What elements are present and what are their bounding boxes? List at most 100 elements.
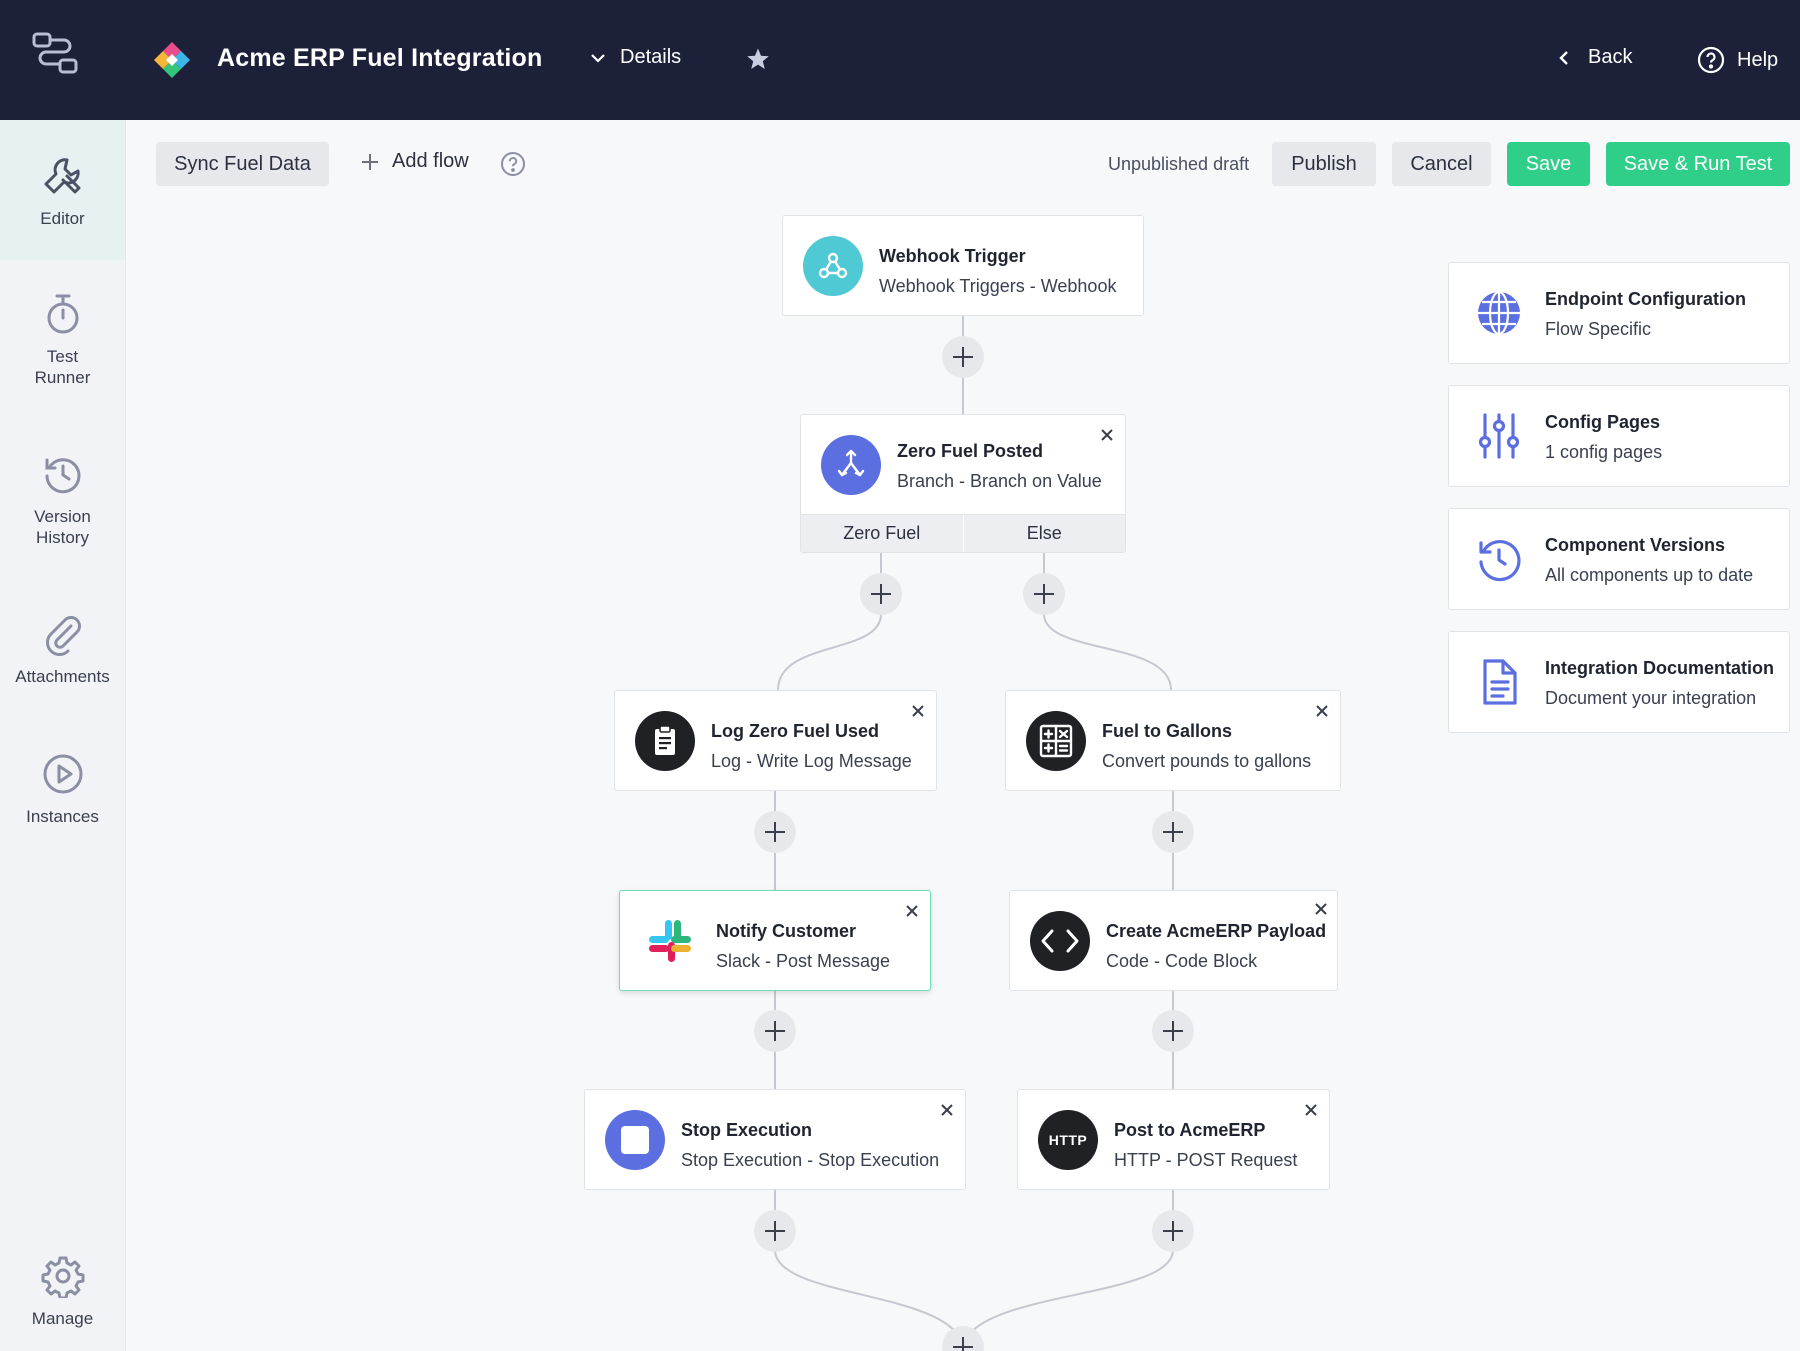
sidebar-item-label: Manage <box>31 1309 94 1328</box>
step-create-acmeerp-payload[interactable]: Create AcmeERP Payload Code - Code Block <box>1009 890 1338 991</box>
add-step-button[interactable] <box>754 811 796 853</box>
close-icon[interactable] <box>939 1102 955 1118</box>
integration-documentation-card[interactable]: Integration Documentation Document your … <box>1448 631 1790 733</box>
step-title: Post to AcmeERP <box>1114 1120 1266 1140</box>
component-versions-card[interactable]: Component Versions All components up to … <box>1448 508 1790 610</box>
branch-tabs: Zero Fuel Else <box>801 514 1125 552</box>
add-step-button[interactable] <box>942 336 984 378</box>
step-log-zero-fuel-used[interactable]: Log Zero Fuel Used Log - Write Log Messa… <box>614 690 937 791</box>
sliders-icon <box>1478 413 1520 459</box>
slack-icon <box>640 911 700 971</box>
star-icon[interactable] <box>746 47 770 71</box>
sidebar-item-label: Version History <box>34 507 91 547</box>
step-title: Zero Fuel Posted <box>897 441 1044 461</box>
card-title: Component Versions <box>1545 535 1726 555</box>
add-flow-label: Add flow <box>392 150 469 172</box>
card-title: Config Pages <box>1545 412 1661 432</box>
stopwatch-icon <box>47 294 78 334</box>
back-label: Back <box>1588 46 1633 68</box>
step-notify-customer[interactable]: Notify Customer Slack - Post Message <box>619 890 931 991</box>
clipboard-icon <box>635 710 695 771</box>
sidebar-item-manage[interactable]: Manage <box>0 1254 125 1329</box>
step-subtitle: Webhook Triggers - Webhook <box>879 276 1117 296</box>
draft-status: Unpublished draft <box>1108 154 1250 174</box>
add-step-button[interactable] <box>1152 1210 1194 1252</box>
step-title: Fuel to Gallons <box>1102 721 1233 741</box>
branch-tab-zero-fuel[interactable]: Zero Fuel <box>801 515 963 552</box>
sidebar-item-label: Instances <box>26 807 99 826</box>
brand-logo-icon <box>154 42 190 78</box>
back-button[interactable]: Back <box>1558 46 1632 69</box>
chevron-left-icon <box>1559 50 1568 65</box>
step-subtitle: Slack - Post Message <box>716 951 891 971</box>
step-subtitle: Convert pounds to gallons <box>1102 751 1312 771</box>
step-zero-fuel-posted[interactable]: Zero Fuel Posted Branch - Branch on Valu… <box>800 414 1126 553</box>
add-step-button[interactable] <box>1023 573 1065 615</box>
add-step-button[interactable] <box>942 1326 984 1351</box>
help-circle-icon[interactable] <box>500 151 526 177</box>
details-label: Details <box>620 46 682 68</box>
http-badge-text: HTTP <box>1048 1131 1088 1148</box>
details-toggle[interactable]: Details <box>590 46 681 69</box>
step-stop-execution[interactable]: Stop Execution Stop Execution - Stop Exe… <box>584 1089 966 1190</box>
http-icon: HTTP <box>1038 1109 1098 1170</box>
card-title: Endpoint Configuration <box>1545 289 1746 309</box>
add-step-button[interactable] <box>754 1010 796 1052</box>
close-icon[interactable] <box>904 903 920 919</box>
step-subtitle: HTTP - POST Request <box>1114 1150 1298 1170</box>
sidebar-item-instances[interactable]: Instances <box>0 752 125 827</box>
add-flow-button[interactable]: Add flow <box>360 150 469 173</box>
close-icon[interactable] <box>1314 703 1330 719</box>
close-icon[interactable] <box>910 703 926 719</box>
document-icon <box>1483 659 1517 705</box>
endpoint-configuration-card[interactable]: Endpoint Configuration Flow Specific <box>1448 262 1790 364</box>
step-fuel-to-gallons[interactable]: Fuel to Gallons Convert pounds to gallon… <box>1005 690 1341 791</box>
close-icon[interactable] <box>1313 901 1329 917</box>
paperclip-icon <box>45 616 81 656</box>
branch-tab-else[interactable]: Else <box>962 515 1126 552</box>
close-icon[interactable] <box>1099 427 1115 443</box>
publish-button[interactable]: Publish <box>1272 142 1376 186</box>
integration-app-icon[interactable] <box>30 28 82 80</box>
add-step-button[interactable] <box>860 573 902 615</box>
add-step-button[interactable] <box>754 1210 796 1252</box>
config-pages-card[interactable]: Config Pages 1 config pages <box>1448 385 1790 487</box>
globe-icon <box>1478 290 1520 336</box>
card-title: Integration Documentation <box>1545 658 1774 678</box>
sidebar-item-label: Editor <box>40 209 85 228</box>
sidebar-item-test-runner[interactable]: Test Runner <box>0 292 125 388</box>
history-icon <box>45 458 80 494</box>
play-circle-icon <box>43 754 82 794</box>
help-label: Help <box>1737 48 1779 71</box>
step-webhook-trigger[interactable]: Webhook Trigger Webhook Triggers - Webho… <box>782 215 1144 316</box>
cancel-button[interactable]: Cancel <box>1392 142 1491 186</box>
card-subtitle: Flow Specific <box>1545 319 1652 339</box>
help-button[interactable]: Help <box>1697 46 1778 74</box>
step-title: Webhook Trigger <box>879 246 1026 266</box>
sidebar-item-editor[interactable]: Editor <box>0 120 125 260</box>
sidebar-item-attachments[interactable]: Attachments <box>0 612 125 687</box>
add-step-button[interactable] <box>1152 1010 1194 1052</box>
step-title: Notify Customer <box>716 921 857 941</box>
save-run-test-button[interactable]: Save & Run Test <box>1606 142 1790 186</box>
step-subtitle: Log - Write Log Message <box>711 751 912 771</box>
flow-selector-tab[interactable]: Sync Fuel Data <box>156 142 329 186</box>
step-title: Create AcmeERP Payload <box>1106 921 1327 941</box>
history-icon <box>1479 539 1521 582</box>
close-icon[interactable] <box>1303 1102 1319 1118</box>
branch-icon <box>821 435 881 495</box>
step-post-to-acmeerp[interactable]: HTTP Post to AcmeERP HTTP - POST Request <box>1017 1089 1330 1190</box>
gear-icon <box>41 1256 84 1298</box>
plus-icon <box>362 153 378 170</box>
calculator-icon <box>1026 710 1086 771</box>
top-bar: Acme ERP Fuel Integration Details Back H… <box>0 0 1800 120</box>
add-step-button[interactable] <box>1152 811 1194 853</box>
save-button[interactable]: Save <box>1507 142 1590 186</box>
step-subtitle: Code - Code Block <box>1106 951 1258 971</box>
card-subtitle: 1 config pages <box>1545 442 1663 462</box>
left-sidebar: Editor Test Runner Version History Attac… <box>0 120 126 1351</box>
step-subtitle: Stop Execution - Stop Execution <box>681 1150 940 1170</box>
integration-title: Acme ERP Fuel Integration <box>217 44 543 72</box>
sidebar-item-version-history[interactable]: Version History <box>0 452 125 548</box>
step-title: Stop Execution <box>681 1120 813 1140</box>
